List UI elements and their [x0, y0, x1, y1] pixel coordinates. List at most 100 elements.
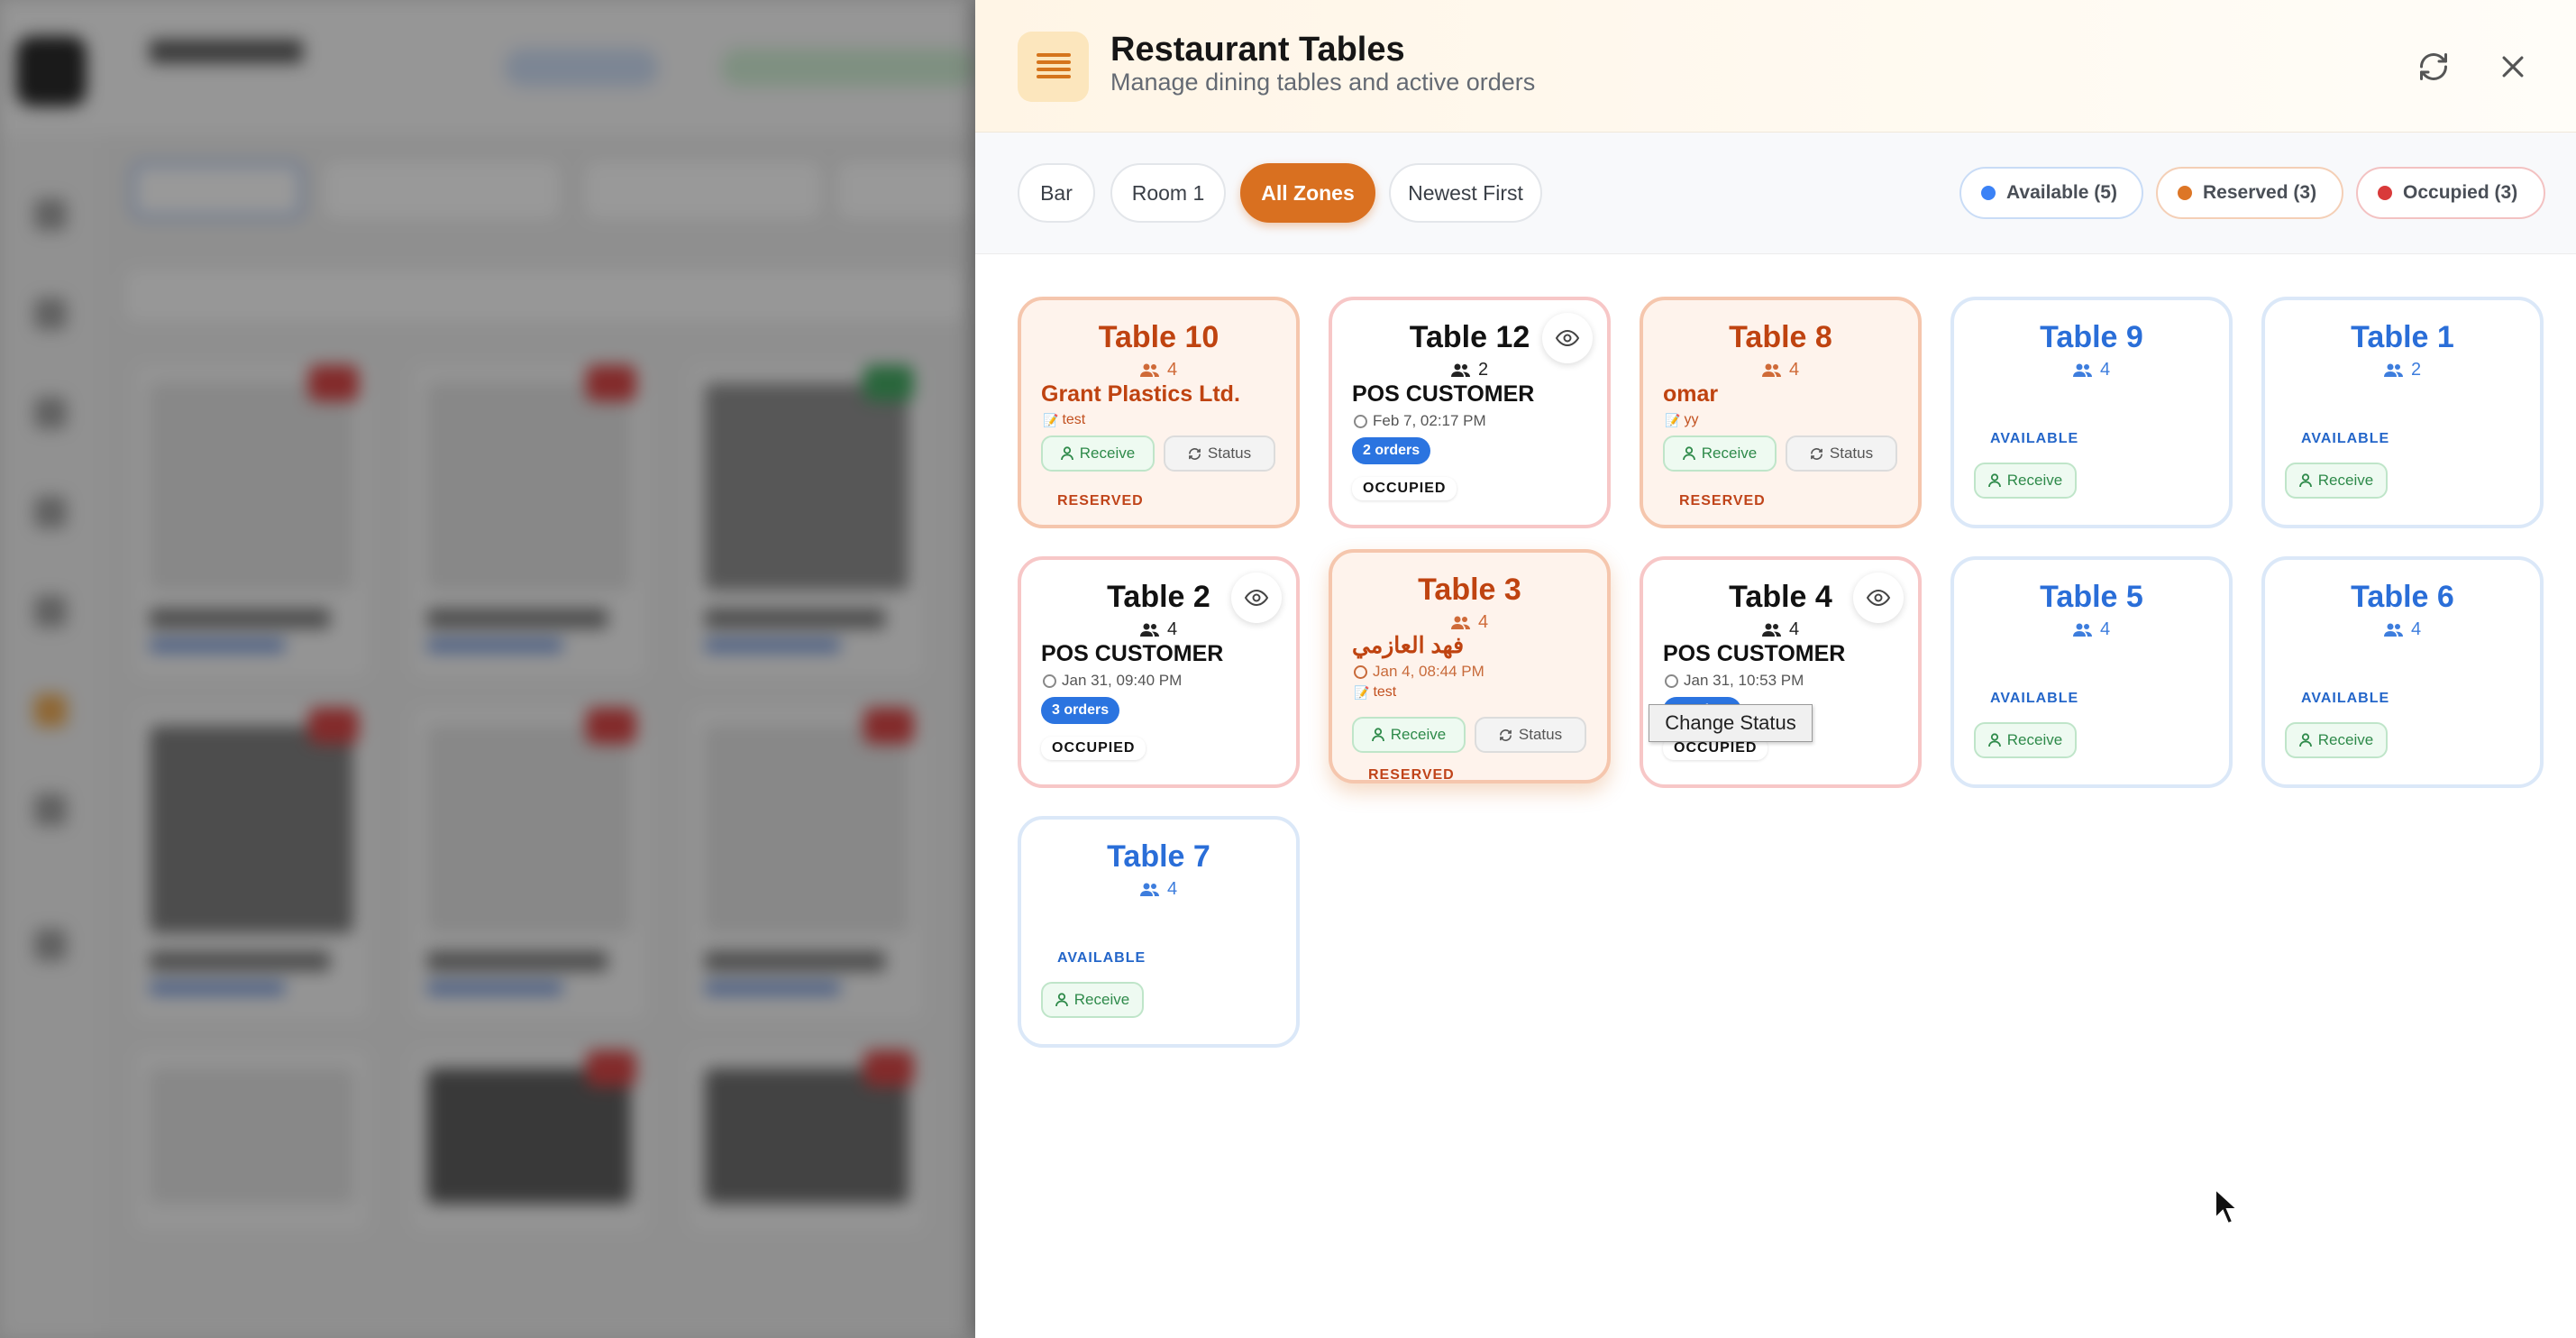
refresh-icon	[1499, 729, 1512, 741]
receive-button[interactable]: Receive	[2285, 722, 2388, 758]
receive-button[interactable]: Receive	[1041, 435, 1155, 472]
note-icon: 📝	[1043, 412, 1059, 427]
table-card-table-8[interactable]: Table 8 4 omar 📝 yy Receive Status RESERV…	[1640, 297, 1922, 528]
legend-label: Occupied (3)	[2403, 182, 2518, 203]
seat-count: 4	[1643, 360, 1918, 380]
available-dot-icon	[1981, 186, 1996, 200]
orders-badge[interactable]: 2 orders	[1352, 437, 1431, 464]
table-card-table-7[interactable]: Table 7 4 AVAILABLE Receive	[1018, 816, 1300, 1048]
customer-name: Grant Plastics Ltd.	[1041, 381, 1240, 407]
table-card-table-1[interactable]: Table 1 2 AVAILABLE Receive	[2261, 297, 2544, 528]
note-icon: 📝	[1354, 684, 1370, 700]
clock-icon	[1043, 674, 1056, 688]
seat-count: 2	[1332, 360, 1607, 380]
table-note: 📝 test	[1043, 412, 1086, 427]
status-button[interactable]: Status	[1786, 435, 1897, 472]
status-badge: RESERVED	[1057, 493, 1144, 509]
customer-name: omar	[1663, 381, 1719, 407]
seat-count: 4	[1332, 612, 1607, 633]
restaurant-tables-panel: Restaurant Tables Manage dining tables a…	[975, 0, 2576, 1338]
seat-count: 4	[1643, 619, 1918, 640]
clock-icon	[1354, 664, 1367, 679]
customer-name: POS CUSTOMER	[1663, 641, 1846, 666]
status-badge: AVAILABLE	[2301, 691, 2390, 706]
table-card-table-4[interactable]: Table 4 4 POS CUSTOMER Jan 31, 10:53 PM …	[1640, 556, 1922, 788]
status-badge: AVAILABLE	[2301, 431, 2390, 446]
table-note: 📝 yy	[1665, 412, 1699, 427]
refresh-icon	[1810, 447, 1822, 460]
list-icon	[1018, 32, 1089, 102]
zone-chip-label: All Zones	[1261, 180, 1355, 205]
legend-label: Reserved (3)	[2203, 182, 2317, 203]
table-card-table-9[interactable]: Table 9 4 AVAILABLE Receive	[1950, 297, 2233, 528]
table-card-table-5[interactable]: Table 5 4 AVAILABLE Receive	[1950, 556, 2233, 788]
status-badge: AVAILABLE	[1990, 691, 2079, 706]
status-badge: RESERVED	[1368, 767, 1455, 783]
seat-count: 4	[1021, 619, 1296, 640]
panel-subtitle: Manage dining tables and active orders	[1110, 69, 1536, 96]
seat-count: 4	[2265, 619, 2540, 640]
status-button[interactable]: Status	[1164, 435, 1275, 472]
table-card-table-3[interactable]: Table 3 4 فهد العازمي Jan 4, 08:44 PM 📝 t…	[1329, 549, 1611, 784]
seat-count: 2	[2265, 360, 2540, 380]
people-icon	[1761, 623, 1781, 637]
receive-button[interactable]: Receive	[1352, 717, 1466, 753]
legend-label: Available (5)	[2006, 182, 2117, 203]
table-card-table-12[interactable]: Table 12 2 POS CUSTOMER Feb 7, 02:17 PM …	[1329, 297, 1611, 528]
receive-button[interactable]: Receive	[2285, 463, 2388, 499]
seat-count: 4	[1021, 879, 1296, 900]
zone-chip-all-zones[interactable]: All Zones	[1240, 163, 1375, 223]
table-card-table-2[interactable]: Table 2 4 POS CUSTOMER Jan 31, 09:40 PM …	[1018, 556, 1300, 788]
status-badge: AVAILABLE	[1990, 431, 2079, 446]
user-icon	[2298, 473, 2312, 488]
modal-backdrop[interactable]	[0, 0, 975, 1338]
seat-count: 4	[1021, 360, 1296, 380]
user-icon	[1371, 728, 1384, 742]
table-name: Table 10	[1098, 320, 1219, 354]
mouse-cursor-icon	[2215, 1187, 2240, 1225]
refresh-icon	[2420, 53, 2447, 80]
people-icon	[2072, 363, 2092, 377]
view-orders-button[interactable]	[1231, 573, 1282, 623]
seat-count: 4	[1954, 619, 2229, 640]
legend-available[interactable]: Available (5)	[1959, 167, 2143, 219]
reserved-dot-icon	[2178, 186, 2192, 200]
close-button[interactable]	[2489, 43, 2536, 90]
zone-chip-room-1[interactable]: Room 1	[1110, 163, 1226, 223]
panel-title: Restaurant Tables	[1110, 31, 1405, 69]
receive-button[interactable]: Receive	[1663, 435, 1777, 472]
sort-chip-newest-first[interactable]: Newest First	[1389, 163, 1542, 223]
zone-chip-bar[interactable]: Bar	[1018, 163, 1095, 223]
status-badge: AVAILABLE	[1057, 950, 1146, 966]
view-orders-button[interactable]	[1853, 573, 1904, 623]
legend-occupied[interactable]: Occupied (3)	[2356, 167, 2545, 219]
refresh-button[interactable]	[2410, 43, 2457, 90]
orders-badge[interactable]: 3 orders	[1041, 697, 1120, 724]
sort-chip-label: Newest First	[1408, 180, 1523, 205]
view-orders-button[interactable]	[1542, 313, 1593, 363]
occupied-dot-icon	[2378, 186, 2392, 200]
receive-button[interactable]: Receive	[1974, 463, 2077, 499]
table-name: Table 8	[1729, 320, 1832, 354]
user-icon	[1055, 993, 1068, 1007]
table-card-table-6[interactable]: Table 6 4 AVAILABLE Receive	[2261, 556, 2544, 788]
people-icon	[1450, 616, 1470, 629]
people-icon	[1139, 363, 1159, 377]
clock-icon	[1354, 414, 1367, 428]
table-name: Table 1	[2351, 320, 2454, 354]
zone-chip-label: Room 1	[1131, 180, 1205, 205]
table-name: Table 3	[1418, 573, 1521, 607]
status-button[interactable]: Status	[1475, 717, 1586, 753]
legend-reserved[interactable]: Reserved (3)	[2156, 167, 2343, 219]
eye-icon	[1866, 589, 1891, 607]
close-icon	[2502, 56, 2524, 78]
status-badge: RESERVED	[1679, 493, 1766, 509]
receive-button[interactable]: Receive	[1041, 982, 1144, 1018]
receive-button[interactable]: Receive	[1974, 722, 2077, 758]
status-badge: OCCUPIED	[1041, 737, 1146, 760]
clock-icon	[1665, 674, 1678, 688]
table-card-table-10[interactable]: Table 10 4 Grant Plastics Ltd. 📝 test Rec…	[1018, 297, 1300, 528]
table-note: 📝 test	[1354, 684, 1397, 700]
table-name: Table 5	[2040, 580, 2143, 614]
people-icon	[1139, 883, 1159, 896]
